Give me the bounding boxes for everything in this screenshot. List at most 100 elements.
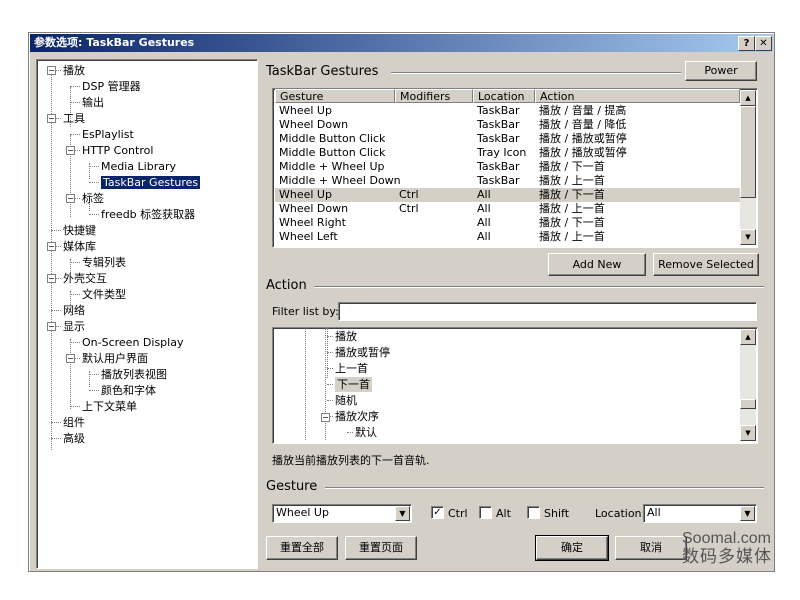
- tree-item[interactable]: 播放列表视图: [101, 367, 167, 382]
- table-row[interactable]: Middle Button Click Tray Icon 播放 / 播放或暂停: [275, 146, 740, 160]
- tree-item[interactable]: On-Screen Display: [82, 335, 183, 350]
- cell-gesture: Wheel Up: [279, 188, 332, 201]
- collapse-icon[interactable]: −: [321, 413, 330, 422]
- collapse-icon[interactable]: −: [47, 242, 56, 251]
- cell-gesture: Wheel Up: [279, 104, 332, 117]
- tree-item[interactable]: 标签: [82, 191, 104, 206]
- tree-item[interactable]: EsPlaylist: [82, 127, 134, 142]
- action-tree-item[interactable]: 播放或暂停: [335, 345, 390, 360]
- collapse-icon[interactable]: −: [47, 66, 56, 75]
- chevron-down-icon[interactable]: ▼: [395, 506, 410, 521]
- tree-item-label: 文件类型: [82, 288, 126, 301]
- col-location[interactable]: Location: [473, 89, 535, 103]
- action-tree-item[interactable]: 默认: [355, 425, 377, 440]
- table-row[interactable]: Wheel Down Ctrl All 播放 / 上一首: [275, 202, 740, 216]
- tree-item[interactable]: Media Library: [101, 159, 176, 174]
- cell-location: All: [477, 188, 491, 201]
- cancel-button[interactable]: 取消: [615, 536, 687, 560]
- action-scrollbar[interactable]: ▲ ▼: [740, 329, 756, 441]
- gesture-section-title: Gesture: [266, 479, 318, 494]
- action-tree-item[interactable]: 播放: [335, 329, 357, 344]
- cell-action: 播放 / 播放或暂停: [539, 132, 627, 145]
- reset-page-button[interactable]: 重置页面: [345, 536, 417, 560]
- action-tree-item[interactable]: 播放次序: [335, 409, 379, 424]
- tree-item[interactable]: 组件: [63, 415, 85, 430]
- title-divider: [391, 72, 681, 74]
- collapse-icon[interactable]: −: [66, 354, 75, 363]
- gesture-select[interactable]: Wheel Up ▼: [272, 504, 412, 523]
- help-button[interactable]: ?: [738, 36, 755, 51]
- cell-gesture: Middle + Wheel Up: [279, 160, 385, 173]
- tree-item[interactable]: 输出: [82, 95, 104, 110]
- cell-gesture: Middle Button Click: [279, 146, 386, 159]
- table-row[interactable]: Middle + Wheel Up TaskBar 播放 / 下一首: [275, 160, 740, 174]
- collapse-icon[interactable]: −: [66, 146, 75, 155]
- filter-input[interactable]: [338, 302, 757, 321]
- col-gesture[interactable]: Gesture: [275, 89, 395, 103]
- collapse-icon[interactable]: −: [47, 114, 56, 123]
- tree-item[interactable]: DSP 管理器: [82, 79, 141, 94]
- tree-item[interactable]: 专辑列表: [82, 255, 126, 270]
- table-row[interactable]: Wheel Up TaskBar 播放 / 音量 / 提高: [275, 104, 740, 118]
- tree-item-label: DSP 管理器: [82, 80, 141, 93]
- scroll-thumb[interactable]: [740, 106, 756, 198]
- tree-item-label: 专辑列表: [82, 256, 126, 269]
- tree-item[interactable]: 显示: [63, 319, 85, 334]
- table-scrollbar[interactable]: ▲ ▼: [740, 90, 756, 245]
- action-tree: 播放 播放或暂停 上一首 下一首 随机 播放次序 默认 − ▲ ▼: [272, 327, 758, 444]
- tree-item[interactable]: 上下文菜单: [82, 399, 137, 414]
- scroll-up-icon[interactable]: ▲: [740, 90, 756, 106]
- table-row[interactable]: Wheel Left All 播放 / 上一首: [275, 230, 740, 244]
- tree-item[interactable]: TaskBar Gestures: [101, 175, 201, 190]
- shift-checkbox[interactable]: [527, 506, 540, 519]
- collapse-icon[interactable]: −: [66, 194, 75, 203]
- tree-item-label: 组件: [63, 416, 85, 429]
- tree-item[interactable]: 网络: [63, 303, 85, 318]
- gesture-select-value: Wheel Up: [276, 506, 329, 519]
- ok-button[interactable]: 确定: [535, 535, 609, 561]
- action-scroll-thumb[interactable]: [740, 399, 756, 409]
- table-row[interactable]: Wheel Right All 播放 / 下一首: [275, 216, 740, 230]
- col-action[interactable]: Action: [535, 89, 740, 103]
- power-button[interactable]: Power: [685, 61, 757, 81]
- tree-item[interactable]: HTTP Control: [82, 143, 153, 158]
- cell-location: All: [477, 230, 491, 243]
- ctrl-checkbox[interactable]: ✓: [431, 506, 444, 519]
- tree-item-label: 上下文菜单: [82, 400, 137, 413]
- remove-selected-button[interactable]: Remove Selected: [653, 253, 759, 276]
- action-scroll-down-icon[interactable]: ▼: [740, 425, 756, 441]
- location-select[interactable]: All ▼: [643, 504, 757, 523]
- tree-item[interactable]: 外壳交互: [63, 271, 107, 286]
- cell-gesture: Middle + Wheel Down: [279, 174, 401, 187]
- action-scroll-up-icon[interactable]: ▲: [740, 329, 756, 345]
- table-row[interactable]: Middle + Wheel Down TaskBar 播放 / 上一首: [275, 174, 740, 188]
- collapse-icon[interactable]: −: [47, 274, 56, 283]
- tree-item[interactable]: 颜色和字体: [101, 383, 156, 398]
- cell-gesture: Wheel Down: [279, 202, 349, 215]
- table-row[interactable]: Middle Button Click TaskBar 播放 / 播放或暂停: [275, 132, 740, 146]
- alt-checkbox[interactable]: [479, 506, 492, 519]
- tree-item-label: freedb 标签获取器: [101, 208, 196, 221]
- add-new-button[interactable]: Add New: [548, 253, 646, 276]
- tree-item[interactable]: freedb 标签获取器: [101, 207, 195, 222]
- tree-item[interactable]: 默认用户界面: [82, 351, 148, 366]
- tree-item[interactable]: 工具: [63, 111, 85, 126]
- collapse-icon[interactable]: −: [47, 322, 56, 331]
- action-tree-item[interactable]: 随机: [335, 393, 357, 408]
- reset-all-button[interactable]: 重置全部: [266, 536, 338, 560]
- table-row[interactable]: Wheel Up Ctrl All 播放 / 下一首: [275, 188, 740, 202]
- tree-item[interactable]: 快捷键: [63, 223, 96, 238]
- table-row[interactable]: Wheel Down TaskBar 播放 / 音量 / 降低: [275, 118, 740, 132]
- close-button[interactable]: ✕: [755, 36, 772, 51]
- location-chevron-down-icon[interactable]: ▼: [740, 506, 755, 521]
- col-modifiers[interactable]: Modifiers: [395, 89, 473, 103]
- tree-item[interactable]: 文件类型: [82, 287, 126, 302]
- cell-action: 播放 / 下一首: [539, 160, 605, 173]
- cell-action: 播放 / 播放或暂停: [539, 146, 627, 159]
- action-tree-item[interactable]: 下一首: [335, 377, 372, 392]
- tree-item[interactable]: 媒体库: [63, 239, 96, 254]
- action-tree-item[interactable]: 上一首: [335, 361, 368, 376]
- tree-item[interactable]: 播放: [63, 63, 85, 78]
- tree-item[interactable]: 高级: [63, 431, 85, 446]
- scroll-down-icon[interactable]: ▼: [740, 229, 756, 245]
